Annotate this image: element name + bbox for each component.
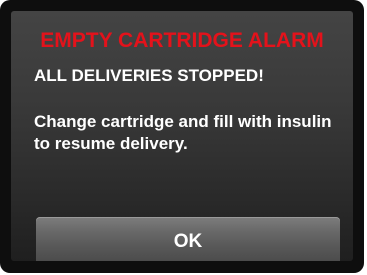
alarm-screen: EMPTY CARTRIDGE ALARM ALL DELIVERIES STO… bbox=[11, 11, 353, 261]
device-bezel: EMPTY CARTRIDGE ALARM ALL DELIVERIES STO… bbox=[0, 0, 364, 273]
ok-button-label: OK bbox=[173, 231, 203, 252]
alarm-message: Change cartridge and fill with insulin t… bbox=[34, 112, 332, 153]
ok-button[interactable]: OK bbox=[36, 217, 340, 261]
alarm-headline: ALL DELIVERIES STOPPED! bbox=[34, 66, 264, 85]
alarm-title: EMPTY CARTRIDGE ALARM bbox=[40, 29, 324, 52]
